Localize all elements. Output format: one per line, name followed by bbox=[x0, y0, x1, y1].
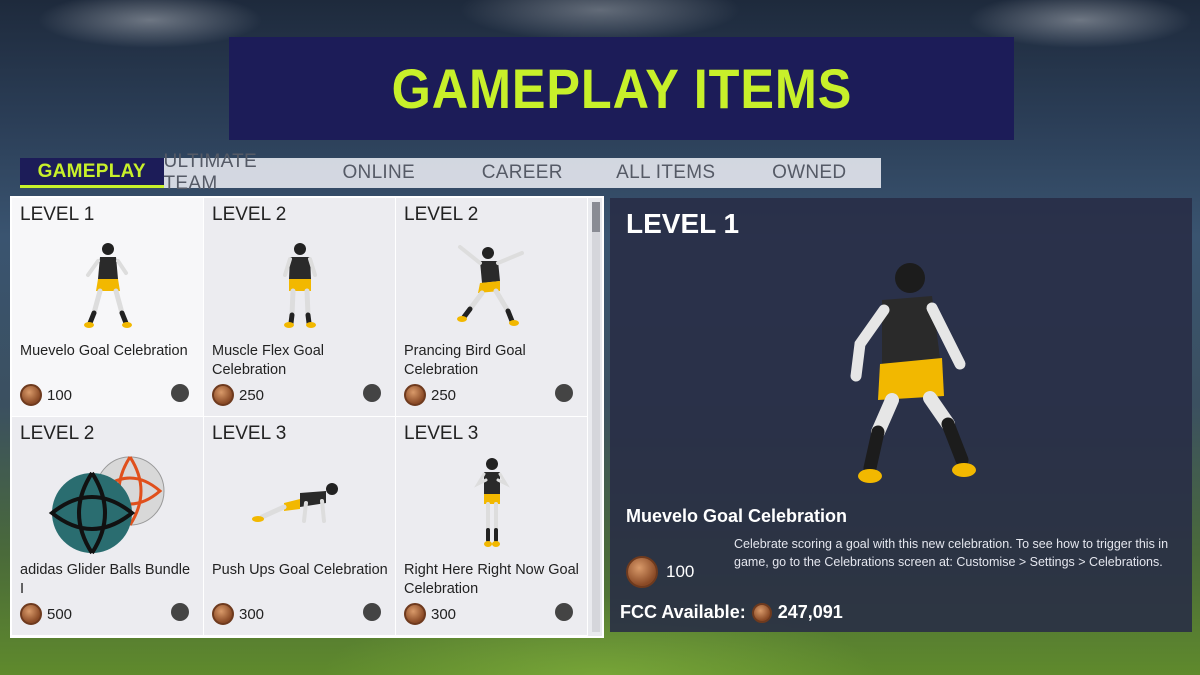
tab-online[interactable]: ONLINE bbox=[307, 158, 451, 188]
player-celebration-icon bbox=[204, 453, 396, 553]
item-name: Muevelo Goal Celebration bbox=[20, 343, 188, 359]
tab-gameplay[interactable]: GAMEPLAY bbox=[20, 158, 164, 188]
item-card[interactable]: LEVEL 3 Push Ups Goal Celebration 300 bbox=[204, 417, 396, 636]
coin-icon bbox=[20, 384, 42, 406]
item-card[interactable]: LEVEL 2 Prancing Bird Goal Celebration 2… bbox=[396, 198, 588, 417]
fcc-value: 247,091 bbox=[777, 602, 843, 622]
detail-name: Muevelo Goal Celebration bbox=[626, 506, 848, 526]
page-title: GAMEPLAY ITEMS bbox=[391, 57, 852, 120]
status-dot-icon bbox=[171, 603, 189, 621]
coin-icon bbox=[20, 603, 42, 625]
scrollbar-thumb[interactable] bbox=[592, 202, 600, 232]
item-card[interactable]: LEVEL 3 Right Here Right Now Goal Celebr… bbox=[396, 417, 588, 636]
item-name: Right Here Right Now Goal Celebration bbox=[404, 562, 579, 597]
item-detail-panel: LEVEL 1 Muevelo Goal Celebration 100 Cel… bbox=[610, 198, 1192, 632]
item-card[interactable]: LEVEL 1 Muevelo Goal Celebration 100 bbox=[12, 198, 204, 417]
coin-icon bbox=[626, 556, 658, 588]
item-level: LEVEL 3 bbox=[404, 423, 479, 444]
football-icon bbox=[42, 451, 182, 561]
detail-price: 100 bbox=[626, 556, 694, 588]
status-dot-icon bbox=[171, 384, 189, 402]
scrollbar-track[interactable] bbox=[592, 202, 600, 632]
item-name: Prancing Bird Goal Celebration bbox=[404, 343, 526, 378]
item-card[interactable]: LEVEL 2 adidas Glider Balls Bundle I 500 bbox=[12, 417, 204, 636]
item-name: Muscle Flex Goal Celebration bbox=[212, 343, 325, 378]
item-price: 250 bbox=[212, 384, 264, 406]
item-price: 300 bbox=[404, 603, 456, 625]
item-price: 250 bbox=[404, 384, 456, 406]
item-level: LEVEL 3 bbox=[212, 423, 287, 444]
coin-icon bbox=[751, 602, 772, 623]
status-dot-icon bbox=[363, 384, 381, 402]
tab-owned[interactable]: OWNED bbox=[738, 158, 882, 188]
item-price-value: 300 bbox=[431, 605, 457, 623]
player-celebration-icon bbox=[204, 234, 396, 334]
item-level: LEVEL 2 bbox=[404, 204, 479, 225]
fcc-label: FCC Available: bbox=[620, 602, 746, 622]
player-celebration-icon bbox=[396, 453, 588, 553]
item-price-value: 250 bbox=[239, 386, 265, 404]
coin-icon bbox=[212, 603, 234, 625]
title-banner: GAMEPLAY ITEMS bbox=[229, 37, 1014, 140]
status-dot-icon bbox=[555, 603, 573, 621]
item-price: 300 bbox=[212, 603, 264, 625]
status-dot-icon bbox=[363, 603, 381, 621]
player-celebration-icon bbox=[800, 248, 1020, 488]
item-price-value: 300 bbox=[239, 605, 265, 623]
item-price: 500 bbox=[20, 603, 72, 625]
item-level: LEVEL 2 bbox=[212, 204, 287, 225]
detail-price-value: 100 bbox=[666, 562, 695, 581]
items-grid-panel: LEVEL 1 Muevelo Goal Celebration 100 LEV… bbox=[10, 196, 604, 638]
player-celebration-icon bbox=[396, 234, 588, 334]
item-level: LEVEL 2 bbox=[20, 423, 95, 444]
detail-description: Celebrate scoring a goal with this new c… bbox=[734, 537, 1169, 569]
detail-level: LEVEL 1 bbox=[626, 208, 740, 239]
tab-career[interactable]: CAREER bbox=[451, 158, 595, 188]
items-grid: LEVEL 1 Muevelo Goal Celebration 100 LEV… bbox=[12, 198, 588, 636]
item-price-value: 250 bbox=[431, 386, 457, 404]
coin-icon bbox=[404, 603, 426, 625]
item-card[interactable]: LEVEL 2 Muscle Flex Goal Celebration 250 bbox=[204, 198, 396, 417]
item-price: 100 bbox=[20, 384, 72, 406]
fcc-balance: FCC Available: 247,091 bbox=[620, 602, 843, 623]
tab-all-items[interactable]: ALL ITEMS bbox=[594, 158, 738, 188]
tab-bar: GAMEPLAY ULTIMATE TEAM ONLINE CAREER ALL… bbox=[20, 151, 882, 194]
coin-icon bbox=[404, 384, 426, 406]
tab-ultimate-team[interactable]: ULTIMATE TEAM bbox=[164, 151, 308, 194]
item-name: adidas Glider Balls Bundle I bbox=[20, 562, 191, 597]
status-dot-icon bbox=[555, 384, 573, 402]
player-celebration-icon bbox=[12, 234, 204, 334]
item-level: LEVEL 1 bbox=[20, 204, 95, 225]
item-price-value: 500 bbox=[47, 605, 73, 623]
item-price-value: 100 bbox=[47, 386, 73, 404]
coin-icon bbox=[212, 384, 234, 406]
item-name: Push Ups Goal Celebration bbox=[212, 562, 388, 578]
